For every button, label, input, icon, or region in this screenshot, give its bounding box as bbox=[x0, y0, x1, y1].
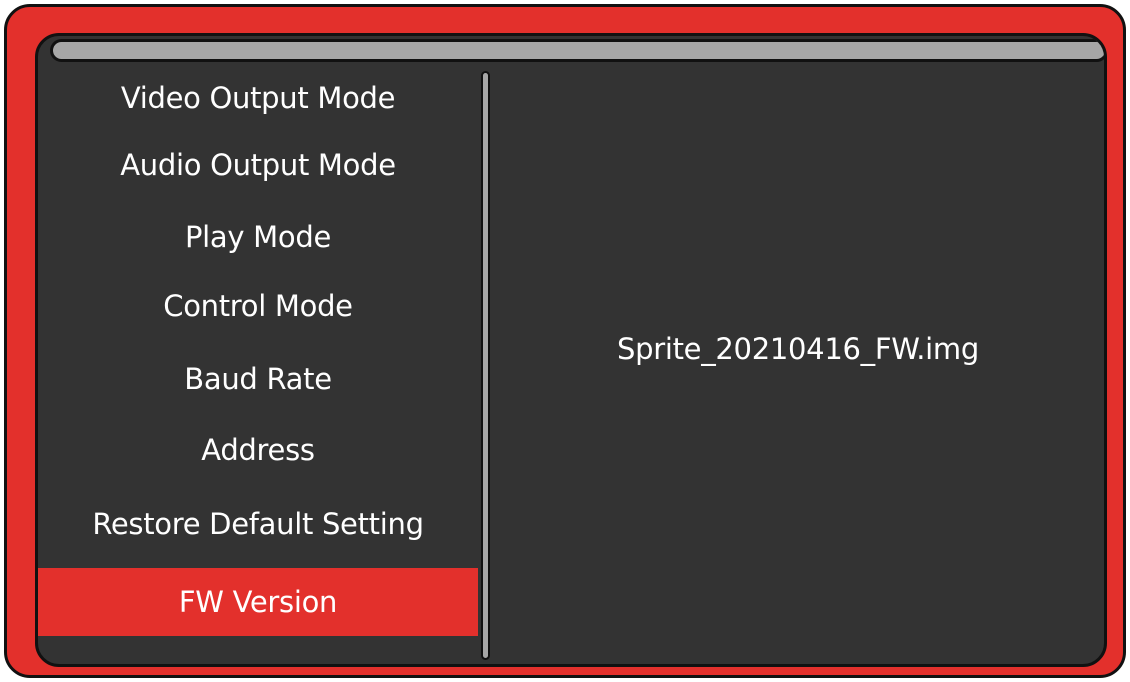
menu-item-address[interactable]: Address bbox=[38, 416, 478, 484]
title-bar bbox=[50, 39, 1104, 62]
menu-item-restore-default-setting[interactable]: Restore Default Setting bbox=[38, 490, 478, 558]
device-frame: Video Output Mode Audio Output Mode Play… bbox=[4, 4, 1126, 678]
menu-item-play-mode[interactable]: Play Mode bbox=[38, 203, 478, 271]
menu-item-label: FW Version bbox=[178, 585, 338, 619]
fw-version-value: Sprite_20210416_FW.img bbox=[617, 332, 979, 366]
detail-panel: Sprite_20210416_FW.img bbox=[508, 64, 1104, 664]
osd-screen: Video Output Mode Audio Output Mode Play… bbox=[35, 33, 1107, 667]
menu-item-label: Baud Rate bbox=[184, 362, 332, 396]
menu-item-label: Address bbox=[201, 433, 315, 467]
menu-item-label: Play Mode bbox=[184, 220, 331, 254]
menu-item-label: Restore Default Setting bbox=[92, 507, 424, 541]
menu-item-video-output-mode[interactable]: Video Output Mode bbox=[38, 64, 478, 132]
menu-item-label: Audio Output Mode bbox=[120, 148, 396, 182]
menu-item-baud-rate[interactable]: Baud Rate bbox=[38, 345, 478, 413]
menu-item-fw-version[interactable]: FW Version bbox=[38, 568, 478, 636]
settings-menu: Video Output Mode Audio Output Mode Play… bbox=[38, 64, 478, 664]
menu-item-audio-output-mode[interactable]: Audio Output Mode bbox=[38, 131, 478, 199]
menu-item-control-mode[interactable]: Control Mode bbox=[38, 272, 478, 340]
panel-divider bbox=[481, 71, 490, 660]
menu-item-label: Video Output Mode bbox=[120, 81, 396, 115]
menu-item-label: Control Mode bbox=[163, 289, 353, 323]
